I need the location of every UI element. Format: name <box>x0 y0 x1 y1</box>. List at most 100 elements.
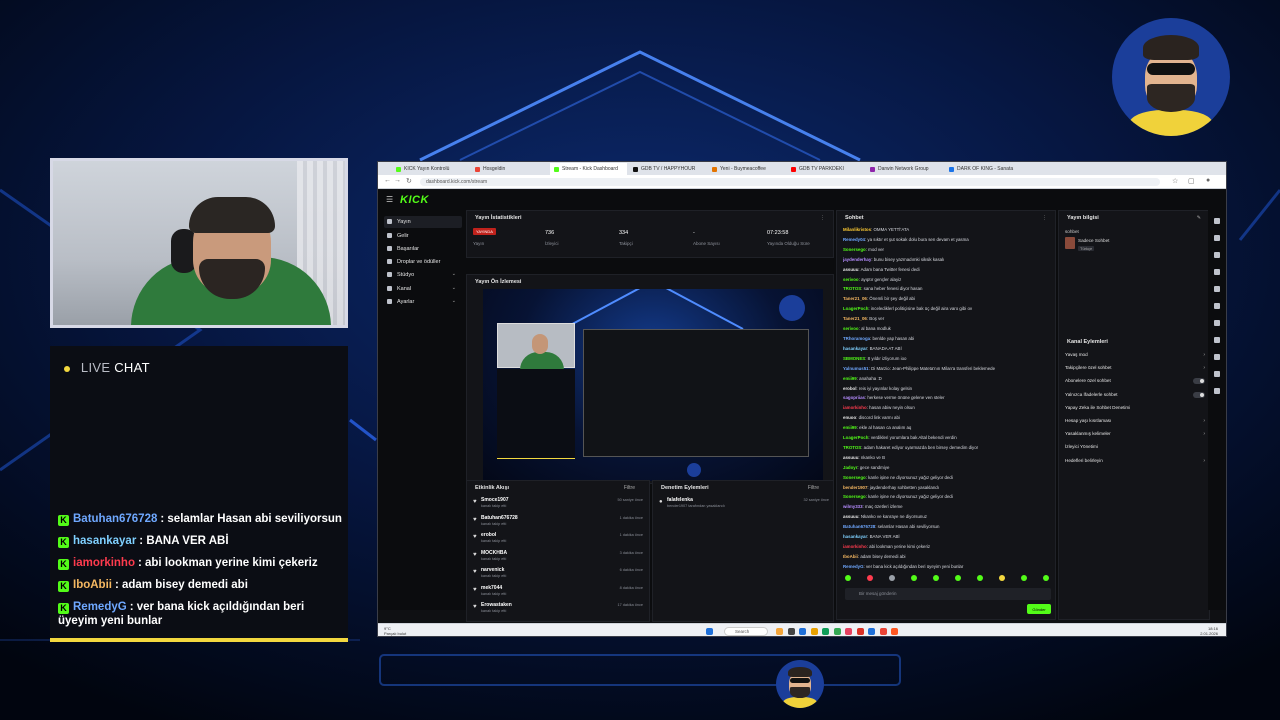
emote-icon[interactable] <box>889 575 895 581</box>
browser-tab[interactable]: DARK OF KING - Sanata <box>945 163 1022 175</box>
feed-filter[interactable]: Filtre <box>624 485 635 491</box>
channel-action-item[interactable]: Yasaklanmış kelimeler › <box>1065 431 1205 437</box>
preview-video[interactable] <box>483 289 823 481</box>
channel-action-item[interactable]: Yapay Zeka ile Sohbet Denetimi <box>1065 405 1205 410</box>
browser-tab[interactable]: Yeni - Buymeacoffee <box>708 163 785 175</box>
toggle-switch[interactable] <box>1193 378 1205 385</box>
stat-value: 736 <box>545 230 555 236</box>
chat-line: TRhoramoga: benlde yap hasan abi <box>843 334 1053 344</box>
send-button[interactable]: Gönder <box>1027 604 1051 614</box>
extensions-icon[interactable]: ▢ <box>1188 177 1195 185</box>
channel-action-item[interactable]: Takipçilere özel sohbet › <box>1065 365 1205 371</box>
browser-tab[interactable]: Hosgeldin <box>471 163 548 175</box>
live-chat-message: K Batuhan676728: selamlar Hasan abi sevil… <box>58 512 346 526</box>
tool-icon[interactable] <box>1214 269 1220 275</box>
chevron-down-icon: ⌄ <box>451 298 456 304</box>
url-field[interactable]: dashboard.kick.com/stream <box>420 178 1160 186</box>
stats-menu-icon[interactable]: ⋮ <box>820 215 825 221</box>
taskbar-app-icon[interactable] <box>879 628 887 635</box>
tool-icon[interactable] <box>1214 252 1220 258</box>
emote-icon[interactable] <box>1043 575 1049 581</box>
back-icon[interactable]: ← <box>384 177 391 184</box>
stat-label: Yayında Olduğu Süre <box>767 241 810 246</box>
taskbar-app-icon[interactable] <box>799 628 806 635</box>
chat-text: mod ver <box>868 246 885 252</box>
taskbar-app-icon[interactable] <box>891 628 898 635</box>
toggle-switch[interactable] <box>1193 391 1205 398</box>
taskbar-clock[interactable]: 18:16 2.01.2026 <box>1200 626 1218 636</box>
emote-icon[interactable] <box>845 575 851 581</box>
taskbar-app-icon[interactable] <box>868 628 875 635</box>
taskbar-app-icon[interactable] <box>856 628 864 635</box>
emote-icon[interactable] <box>977 575 983 581</box>
tool-icon[interactable] <box>1214 354 1220 360</box>
forward-icon[interactable]: → <box>394 177 401 184</box>
taskbar-app-icon[interactable] <box>810 628 818 635</box>
sidebar-item-icon <box>387 233 392 238</box>
emote-icon[interactable] <box>955 575 961 581</box>
browser-tab[interactable]: GDB TV PARKDEKI <box>787 163 864 175</box>
sidebar-item[interactable]: Droplar ve ödüller <box>384 256 462 268</box>
tool-icon[interactable] <box>1214 218 1220 224</box>
emote-icon[interactable] <box>933 575 939 581</box>
channel-action-item[interactable]: Hesap yaşı kısıtlaması › <box>1065 418 1205 424</box>
tool-icon[interactable] <box>1214 235 1220 241</box>
emote-icon[interactable] <box>867 575 873 581</box>
tool-icon[interactable] <box>1214 371 1220 377</box>
star-icon[interactable]: ☆ <box>1172 177 1178 185</box>
edit-icon[interactable]: ✎ <box>1197 215 1201 221</box>
chat-username: iamorkinho <box>843 544 867 549</box>
taskbar-app-icon[interactable] <box>787 628 795 635</box>
chat-username: sagopriias <box>843 395 865 401</box>
stream-stats-panel: Yayın İstatistikleri ⋮ YAYINDA Yayın 736 İ… <box>466 210 834 258</box>
browser-tab[interactable]: GDB TV / HAPPYHOUR <box>629 163 706 175</box>
tool-icon[interactable] <box>1214 320 1220 326</box>
sidebar-item[interactable]: Gelir <box>384 230 462 242</box>
browser-tab[interactable]: KICK Yayın Kontrolü <box>392 163 469 175</box>
emote-bar[interactable] <box>845 575 1053 583</box>
taskbar-app-icon[interactable] <box>822 628 829 635</box>
tool-icon[interactable] <box>1214 388 1220 394</box>
sidebar-item[interactable]: Ayarlar ⌄ <box>384 296 462 308</box>
channel-action-item[interactable]: İzleyici Yönetimi <box>1065 444 1205 449</box>
chat-text: : adam bisey demedi abi <box>114 579 248 591</box>
tool-icon[interactable] <box>1214 286 1220 292</box>
menu-icon[interactable]: ☰ <box>386 195 393 204</box>
profile-icon[interactable]: ● <box>1206 177 1210 184</box>
channel-action-item[interactable]: Hedefleri belirleyin › <box>1065 458 1205 464</box>
channel-action-item[interactable]: Yalnızca İfadelerle sohbet <box>1065 391 1205 398</box>
sidebar-item[interactable]: Stüdyo ⌄ <box>384 269 462 281</box>
kick-icon: K <box>58 603 69 614</box>
chat-username: enuoo <box>843 415 857 421</box>
chat-messages: Milanlikristos: OMMA YETTİ'ATA Remedy04: … <box>843 225 1053 572</box>
chat-username: iamorkinho <box>73 557 135 569</box>
stat-label: İzleyici <box>545 241 559 246</box>
mod-filter[interactable]: Filtre <box>808 485 819 491</box>
browser-tab[interactable]: Stream - Kick Dashboard <box>550 163 627 175</box>
sidebar-item[interactable]: Kanal ⌄ <box>384 283 462 295</box>
browser-window: KICK Yayın Kontrolü Hosgeldin Stream - Kic… <box>377 161 1227 637</box>
taskbar-app-icon[interactable] <box>833 628 841 635</box>
reload-icon[interactable]: ↻ <box>406 177 412 185</box>
chat-menu-icon[interactable]: ⋮ <box>1042 215 1047 221</box>
chat-input[interactable]: Bir mesaj gönderin <box>845 588 1051 600</box>
weather-widget[interactable]: 9°C Parçalı bulut <box>384 626 406 636</box>
browser-tab[interactable]: Darwin Network Group <box>866 163 943 175</box>
tool-icon[interactable] <box>1214 303 1220 309</box>
channel-action-item[interactable]: Yavaş mod › <box>1065 352 1205 358</box>
tool-icon[interactable] <box>1214 337 1220 343</box>
sidebar-item-label: Yayın <box>397 219 411 225</box>
chat-text: : abi lookman yerine kimi çekeriz <box>137 557 318 569</box>
taskbar-app-icon[interactable] <box>776 628 783 635</box>
chat-line: IboAbii: adam bisey demedi abi <box>843 552 1053 562</box>
emote-icon[interactable] <box>1021 575 1027 581</box>
sidebar-item[interactable]: Yayın <box>384 216 462 228</box>
taskbar-search[interactable]: Search <box>724 627 768 636</box>
sidebar-item[interactable]: Başarılar <box>384 243 462 255</box>
channel-action-item[interactable]: Abonelere özel sohbet <box>1065 378 1205 385</box>
emote-icon[interactable] <box>999 575 1005 581</box>
chat-username: SBMONES <box>843 355 866 361</box>
emote-icon[interactable] <box>911 575 917 581</box>
taskbar-app-icon[interactable] <box>845 628 852 635</box>
start-icon[interactable] <box>706 628 713 635</box>
